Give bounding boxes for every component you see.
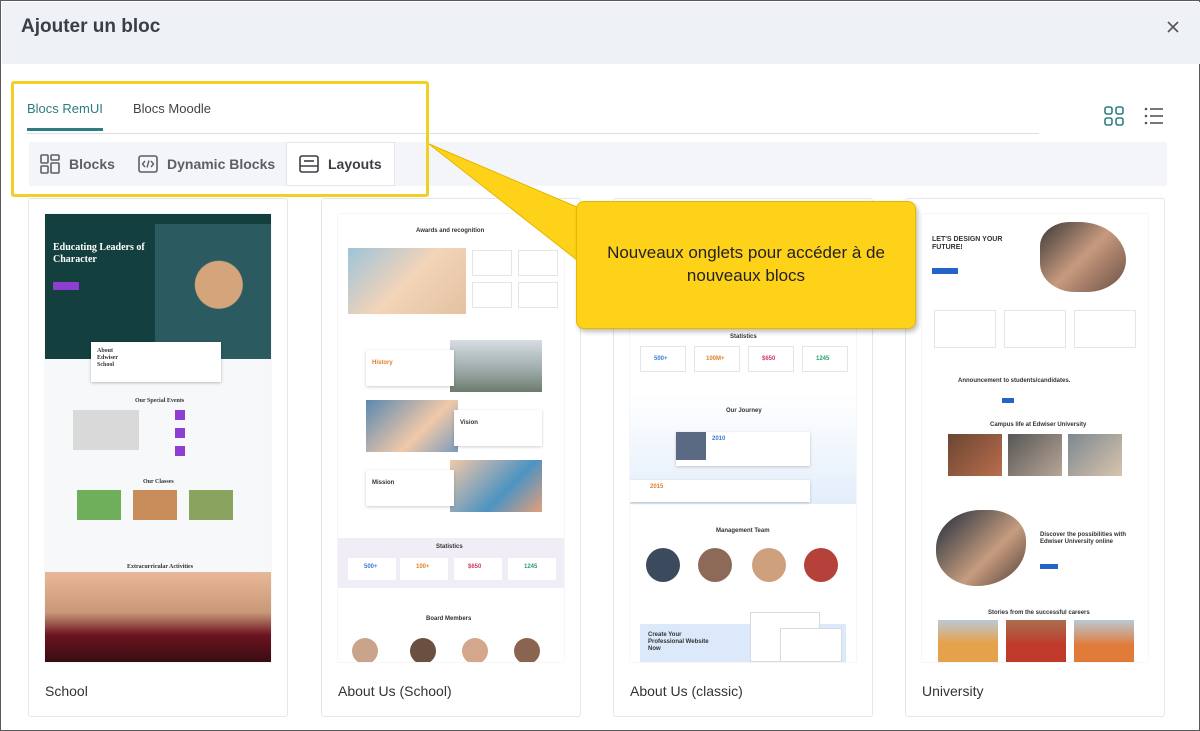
thumb-stat-3: $650 [468, 564, 482, 570]
modal-title: Ajouter un bloc [21, 16, 161, 37]
list-view-icon [1144, 107, 1163, 125]
thumb-stat-1: 500+ [364, 564, 378, 570]
thumb-courses-title: Our Classes [143, 479, 174, 485]
card-title: School [45, 683, 88, 699]
thumb-year-1: 2010 [712, 436, 726, 442]
thumb-mission: Mission [372, 480, 395, 486]
modal-header: Ajouter un bloc [2, 2, 1200, 64]
thumb-stats-title: Statistics [730, 334, 757, 340]
thumb-hero-title: LET'S DESIGN YOUR FUTURE! [932, 236, 1003, 252]
thumb-history: History [372, 360, 393, 366]
subtab-blocks[interactable]: Blocks [39, 142, 139, 186]
thumb-stat-2: 100M+ [706, 356, 725, 362]
thumb-year-2: 2015 [650, 484, 664, 490]
blocks-icon [40, 154, 60, 174]
subtab-layouts[interactable]: Layouts [286, 142, 395, 186]
thumb-team-title: Management Team [716, 528, 770, 534]
layout-card-university[interactable]: LET'S DESIGN YOUR FUTURE! Announcement t… [905, 198, 1165, 717]
thumb-about-title: About Edwiser School [97, 348, 118, 369]
thumb-announce-title: Announcement to students/candidates. [958, 378, 1071, 384]
thumb-awards-title: Awards and recognition [416, 228, 485, 234]
callout-text: Nouveaux onglets pour accéder à de nouve… [607, 243, 885, 285]
layout-card-school[interactable]: Educating Leaders of Character About Edw… [28, 198, 288, 717]
subtab-dynamic-blocks[interactable]: Dynamic Blocks [137, 142, 287, 186]
thumb-discover-title: Discover the possibilities with Edwiser … [1040, 532, 1127, 546]
grid-view-button[interactable] [1103, 105, 1125, 127]
tab-blocs-remui[interactable]: Blocs RemUI [27, 101, 103, 131]
annotation-callout: Nouveaux onglets pour accéder à de nouve… [576, 201, 916, 329]
thumb-vision: Vision [460, 420, 478, 426]
thumb-activities-title: Extracurricular Activities [127, 564, 194, 570]
code-icon [138, 155, 158, 173]
tab-bar: Blocs RemUI Blocs Moodle [27, 97, 1039, 134]
close-button[interactable] [1162, 16, 1184, 38]
card-title: About Us (School) [338, 683, 452, 699]
thumb-stat-1: 500+ [654, 356, 668, 362]
thumb-special-title: Our Special Events [135, 398, 185, 404]
subtab-layouts-label: Layouts [328, 156, 382, 172]
subtab-dynamic-blocks-label: Dynamic Blocks [167, 156, 276, 172]
thumb-stories-title: Stories from the successful careers [988, 610, 1090, 616]
grid-view-icon [1104, 106, 1124, 126]
tab-blocs-moodle[interactable]: Blocs Moodle [133, 101, 211, 128]
thumb-journey-title: Our Journey [726, 408, 762, 414]
thumb-stat-4: 1245 [524, 564, 538, 570]
card-title: University [922, 683, 984, 699]
thumb-board-title: Board Members [426, 616, 472, 622]
thumb-campus-title: Campus life at Edwiser University [990, 422, 1087, 428]
thumb-cta-title: Create Your Professional Website Now [648, 632, 709, 653]
thumb-stat-3: $650 [762, 356, 776, 362]
layout-thumbnail: LET'S DESIGN YOUR FUTURE! Announcement t… [922, 214, 1148, 662]
subtab-blocks-label: Blocks [69, 156, 115, 172]
thumb-hero-title: Educating Leaders of Character [53, 242, 145, 265]
card-title: About Us (classic) [630, 683, 743, 699]
layout-thumbnail: Educating Leaders of Character About Edw… [45, 214, 271, 662]
thumb-stat-4: 1245 [816, 356, 830, 362]
thumb-stat-2: 100+ [416, 564, 430, 570]
modal-window: Ajouter un bloc Blocs RemUI Blocs Moodle [0, 0, 1200, 731]
close-icon [1167, 21, 1179, 33]
layout-icon [299, 155, 319, 173]
list-view-button[interactable] [1143, 105, 1165, 127]
thumb-stats-title: Statistics [436, 544, 463, 550]
layout-card-about-us-school[interactable]: Awards and recognition History Vision Mi… [321, 198, 581, 717]
layout-thumbnail: Awards and recognition History Vision Mi… [338, 214, 564, 662]
block-type-tabs: Blocks Dynamic Blocks Layouts [29, 142, 1167, 186]
